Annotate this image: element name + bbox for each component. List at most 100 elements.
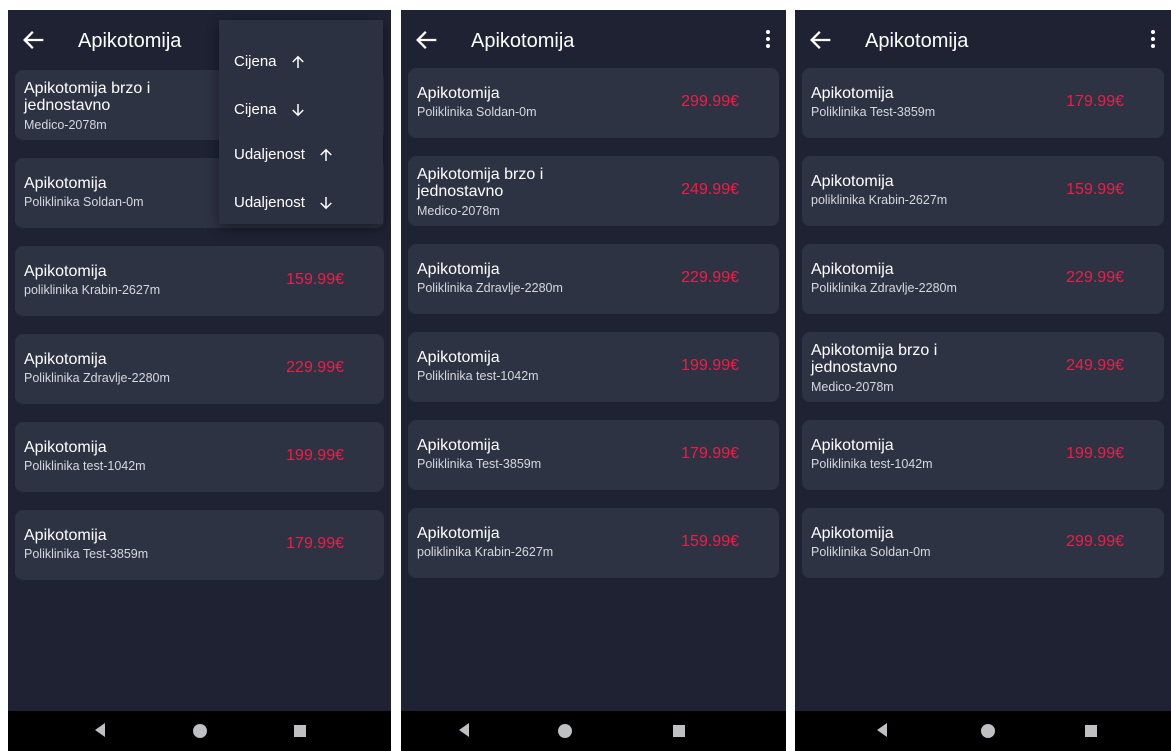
- item-price: 159.99€: [1066, 181, 1124, 198]
- list-item[interactable]: Apikotomija poliklinika Krabin-2627m 159…: [802, 156, 1164, 226]
- list-item[interactable]: Apikotomija brzo i jednostavno Medico-20…: [408, 156, 779, 226]
- item-price: 199.99€: [286, 447, 344, 464]
- page-title: Apikotomija: [471, 30, 575, 52]
- triangle-back-icon[interactable]: [95, 723, 105, 737]
- item-location: poliklinika Krabin-2627m: [417, 545, 554, 559]
- item-location: Poliklinika Soldan-0m: [811, 545, 931, 559]
- arrow-up-icon: [291, 55, 304, 68]
- triangle-back-icon[interactable]: [877, 723, 887, 737]
- item-price: 229.99€: [1066, 269, 1124, 286]
- circle-home-icon[interactable]: [193, 724, 207, 738]
- item-location: Poliklinika Zdravlje-2280m: [811, 281, 957, 295]
- circle-home-icon[interactable]: [558, 724, 572, 738]
- menu-item-label: Udaljenost: [234, 194, 305, 211]
- item-name: Apikotomija: [24, 351, 107, 368]
- item-name: Apikotomija brzo i jednostavno: [811, 342, 938, 376]
- square-recents-icon[interactable]: [1085, 725, 1097, 737]
- system-nav-bar: [401, 711, 786, 751]
- circle-home-icon[interactable]: [981, 724, 995, 738]
- sort-price-desc[interactable]: Cijena: [234, 98, 307, 122]
- list-item[interactable]: Apikotomija Poliklinika Test-3859m 179.9…: [802, 68, 1164, 138]
- item-price: 229.99€: [286, 359, 344, 376]
- item-name: Apikotomija: [417, 437, 500, 454]
- item-name: Apikotomija: [417, 85, 500, 102]
- page-title: Apikotomija: [865, 30, 969, 52]
- app-bar: Apikotomija: [795, 10, 1171, 70]
- item-name: Apikotomija: [811, 173, 894, 190]
- item-name: Apikotomija brzo i jednostavno: [24, 80, 151, 114]
- list-item[interactable]: Apikotomija Poliklinika Zdravlje-2280m 2…: [802, 244, 1164, 314]
- list-item[interactable]: Apikotomija Poliklinika Test-3859m 179.9…: [408, 420, 779, 490]
- item-location: Poliklinika Zdravlje-2280m: [417, 281, 563, 295]
- item-price: 199.99€: [1066, 445, 1124, 462]
- item-name: Apikotomija: [811, 437, 894, 454]
- item-name: Apikotomija: [24, 439, 107, 456]
- list-item[interactable]: Apikotomija Poliklinika test-1042m 199.9…: [15, 422, 384, 492]
- sort-price-asc[interactable]: Cijena: [234, 50, 307, 74]
- arrow-down-icon: [320, 197, 332, 210]
- item-price: 229.99€: [681, 269, 739, 286]
- phone-screen-3: Apikotomija Apikotomija Poliklinika Test…: [795, 10, 1171, 751]
- item-location: poliklinika Krabin-2627m: [24, 283, 161, 297]
- item-name: Apikotomija: [811, 261, 894, 278]
- list-item[interactable]: Apikotomija Poliklinika Soldan-0m 299.99…: [802, 508, 1164, 578]
- menu-item-label: Cijena: [234, 53, 277, 70]
- menu-item-label: Cijena: [234, 101, 277, 118]
- triangle-back-icon[interactable]: [459, 723, 469, 737]
- item-name: Apikotomija: [811, 85, 894, 102]
- page-title: Apikotomija: [78, 30, 182, 52]
- more-vertical-icon[interactable]: [764, 30, 772, 52]
- list-item[interactable]: Apikotomija Poliklinika test-1042m 199.9…: [408, 332, 779, 402]
- item-location: Poliklinika Test-3859m: [24, 547, 149, 561]
- arrow-left-icon[interactable]: [807, 26, 835, 54]
- app-bar: Apikotomija: [401, 10, 786, 70]
- list-item[interactable]: Apikotomija brzo i jednostavno Medico-20…: [802, 332, 1164, 402]
- list-item[interactable]: Apikotomija poliklinika Krabin-2627m 159…: [408, 508, 779, 578]
- item-location: Poliklinika Test-3859m: [811, 105, 936, 119]
- item-location: Poliklinika test-1042m: [24, 459, 146, 473]
- list-item[interactable]: Apikotomija Poliklinika Zdravlje-2280m 2…: [15, 334, 384, 404]
- square-recents-icon[interactable]: [294, 725, 306, 737]
- item-price: 249.99€: [1066, 357, 1124, 374]
- sort-distance-asc[interactable]: Udaljenost: [234, 143, 335, 167]
- menu-item-label: Udaljenost: [234, 146, 305, 163]
- list-item[interactable]: Apikotomija Poliklinika Soldan-0m 299.99…: [408, 68, 779, 138]
- item-name: Apikotomija brzo i jednostavno: [417, 166, 544, 200]
- more-vertical-icon[interactable]: [1149, 30, 1157, 52]
- phone-screen-2: Apikotomija Apikotomija Poliklinika Sold…: [401, 10, 786, 751]
- system-nav-bar: [795, 711, 1171, 751]
- item-location: Poliklinika Zdravlje-2280m: [24, 371, 170, 385]
- item-price: 299.99€: [1066, 533, 1124, 550]
- item-name: Apikotomija: [24, 527, 107, 544]
- sort-distance-desc[interactable]: Udaljenost: [234, 191, 335, 215]
- item-location: Poliklinika Soldan-0m: [417, 105, 537, 119]
- item-price: 299.99€: [681, 93, 739, 110]
- item-location: Poliklinika Test-3859m: [417, 457, 542, 471]
- arrow-left-icon[interactable]: [413, 26, 441, 54]
- item-name: Apikotomija: [417, 261, 500, 278]
- item-location: Poliklinika test-1042m: [811, 457, 933, 471]
- item-price: 159.99€: [681, 533, 739, 550]
- item-price: 179.99€: [286, 535, 344, 552]
- list-item[interactable]: Apikotomija Poliklinika Zdravlje-2280m 2…: [408, 244, 779, 314]
- sort-menu: Cijena Cijena Udaljenost Udaljenost: [219, 20, 383, 224]
- item-price: 249.99€: [681, 181, 739, 198]
- item-name: Apikotomija: [24, 175, 107, 192]
- item-location: Poliklinika test-1042m: [417, 369, 539, 383]
- phone-screen-1: Apikotomija Apikotomija brzo i jednostav…: [8, 10, 391, 751]
- item-price: 159.99€: [286, 271, 344, 288]
- item-name: Apikotomija: [811, 525, 894, 542]
- list-item[interactable]: Apikotomija Poliklinika test-1042m 199.9…: [802, 420, 1164, 490]
- list-item[interactable]: Apikotomija poliklinika Krabin-2627m 159…: [15, 246, 384, 316]
- system-nav-bar: [8, 711, 391, 751]
- list-item[interactable]: Apikotomija Poliklinika Test-3859m 179.9…: [15, 510, 384, 580]
- item-location: Medico-2078m: [24, 118, 107, 132]
- item-location: Medico-2078m: [417, 204, 500, 218]
- arrow-left-icon[interactable]: [20, 26, 48, 54]
- square-recents-icon[interactable]: [673, 725, 685, 737]
- item-name: Apikotomija: [417, 525, 500, 542]
- item-location: Poliklinika Soldan-0m: [24, 195, 144, 209]
- item-price: 179.99€: [681, 445, 739, 462]
- item-location: Medico-2078m: [811, 380, 894, 394]
- item-location: poliklinika Krabin-2627m: [811, 193, 948, 207]
